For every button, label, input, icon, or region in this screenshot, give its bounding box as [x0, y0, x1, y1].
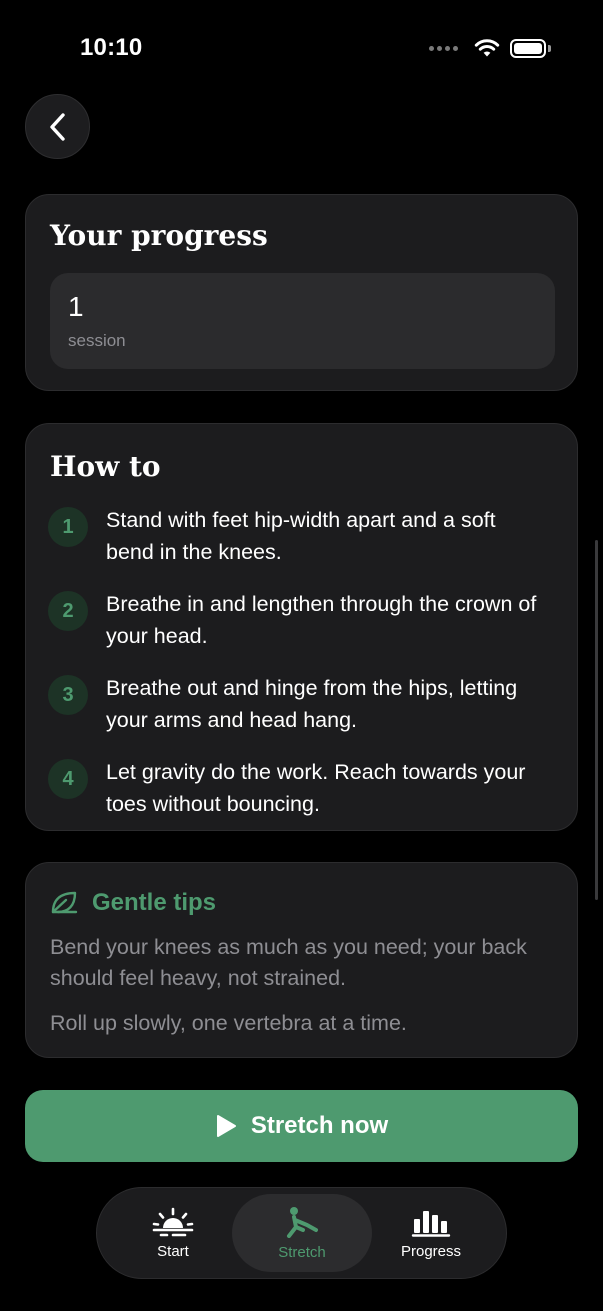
stretch-now-label: Stretch now: [250, 1112, 389, 1139]
step-item: 1 Stand with feet hip-width apart and a …: [48, 504, 558, 568]
how-to-card: How to 1 Stand with feet hip-width apart…: [25, 423, 578, 831]
step-text: Breathe in and lengthen through the crow…: [106, 592, 537, 648]
tab-bar: Start Stretch Progress: [96, 1187, 507, 1279]
session-count: 1: [68, 291, 84, 322]
status-icons: [429, 38, 551, 58]
chevron-left-icon: [49, 112, 65, 141]
play-icon: [216, 1115, 236, 1137]
step-text: Breathe out and hinge from the hips, let…: [106, 676, 518, 732]
sunrise-icon: [152, 1207, 194, 1236]
step-item: 4 Let gravity do the work. Reach towards…: [48, 756, 558, 820]
progress-card-title: Your progress: [50, 219, 268, 252]
tab-start-label: Start: [157, 1242, 189, 1260]
session-stat: 1 session: [50, 273, 555, 369]
step-number: 1: [48, 507, 88, 547]
tab-stretch-label: Stretch: [278, 1243, 326, 1261]
leaf-icon: [51, 891, 78, 914]
bar-chart-icon: [411, 1210, 451, 1237]
cellular-signal-icon: [429, 45, 458, 51]
tips-title: Gentle tips: [92, 889, 217, 916]
stretch-detail-screen: 10:10 Your progress 1 session How to 1 S…: [0, 0, 603, 1311]
tab-progress[interactable]: Progress: [361, 1194, 501, 1272]
step-number: 2: [48, 591, 88, 631]
step-item: 2 Breathe in and lengthen through the cr…: [48, 588, 558, 652]
tab-progress-label: Progress: [400, 1242, 462, 1260]
tab-stretch[interactable]: Stretch: [232, 1194, 372, 1272]
tip-text: Bend your knees as much as you need; you…: [50, 935, 527, 990]
step-number: 3: [48, 675, 88, 715]
wifi-icon: [474, 39, 500, 57]
gentle-tips-card: Gentle tips Bend your knees as much as y…: [25, 862, 578, 1058]
steps-list: 1 Stand with feet hip-width apart and a …: [48, 504, 558, 840]
step-text: Let gravity do the work. Reach towards y…: [106, 760, 526, 816]
tab-start[interactable]: Start: [103, 1194, 243, 1272]
back-button[interactable]: [25, 94, 90, 159]
stretch-now-button[interactable]: Stretch now: [25, 1090, 578, 1162]
status-time: 10:10: [80, 34, 143, 61]
tips-header: Gentle tips: [50, 889, 216, 917]
scroll-indicator[interactable]: [595, 540, 598, 900]
tip-text: Roll up slowly, one vertebra at a time.: [50, 1011, 407, 1035]
session-label: session: [68, 331, 126, 350]
stretch-figure-icon: [287, 1206, 318, 1238]
battery-icon: [510, 38, 551, 58]
how-to-title: How to: [50, 450, 161, 483]
step-item: 3 Breathe out and hinge from the hips, l…: [48, 672, 558, 736]
step-number: 4: [48, 759, 88, 799]
progress-card: Your progress 1 session: [25, 194, 578, 391]
step-text: Stand with feet hip-width apart and a so…: [106, 508, 496, 564]
